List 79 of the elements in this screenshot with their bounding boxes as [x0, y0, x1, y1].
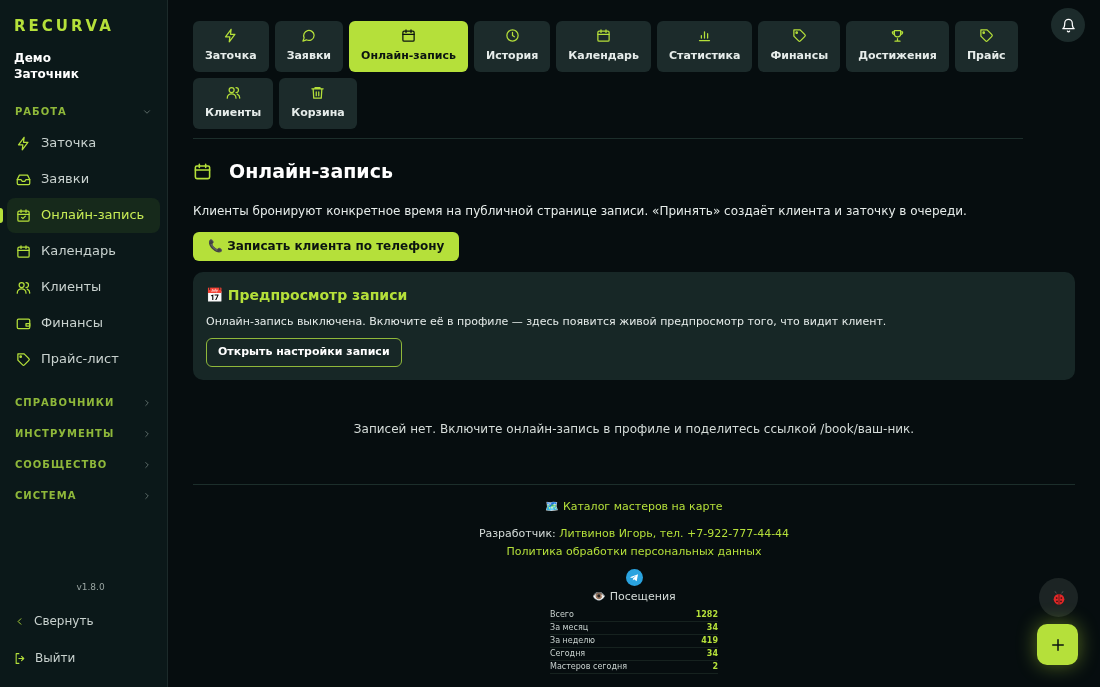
sidebar-item[interactable]: Заявки — [7, 161, 160, 197]
tab[interactable]: Заточка — [193, 21, 269, 72]
section-header[interactable]: СООБЩЕСТВО — [0, 449, 167, 480]
visits-title: 👁 Посещения — [592, 588, 676, 605]
stat-label: За месяц — [550, 622, 589, 634]
calendar-icon — [16, 243, 31, 259]
clock-icon — [504, 28, 520, 44]
chat-bubble-icon — [301, 28, 317, 44]
inbox-icon — [16, 171, 31, 187]
phone-booking-button[interactable]: 📞 Записать клиента по телефону — [193, 231, 460, 261]
calendar-check-icon — [16, 207, 31, 223]
collapse-button[interactable]: Свернуть — [14, 612, 153, 630]
preview-title: 📅 Предпросмотр записи — [206, 285, 409, 305]
version-label: v1.8.0 — [75, 580, 106, 594]
stat-value: 34 — [706, 648, 718, 660]
app-logo: RECURVA — [13, 16, 115, 37]
chevron-right-icon — [142, 459, 152, 470]
trophy-icon — [890, 28, 905, 44]
bell-icon — [1060, 17, 1076, 33]
settings-button[interactable]: Открыть настройки записи — [206, 338, 402, 367]
bug-report-button[interactable] — [1039, 578, 1078, 617]
sidebar-item[interactable]: Заточка — [7, 125, 160, 161]
stat-value: 2 — [712, 661, 718, 673]
sidebar-item[interactable]: Календарь — [7, 233, 160, 269]
privacy-policy-link[interactable]: Политика обработки персональных данных — [506, 544, 762, 561]
catalog-link[interactable]: 🗺 Каталог мастеров на карте — [545, 499, 723, 516]
calendar-icon — [401, 28, 416, 44]
section-header[interactable]: СПРАВОЧНИКИ — [0, 387, 167, 418]
stat-value: 34 — [706, 622, 718, 634]
calendar-icon — [193, 161, 212, 181]
tab[interactable]: Календарь — [556, 21, 651, 72]
tab[interactable]: История — [473, 21, 551, 72]
developer-link[interactable]: Литвинов Игорь, тел. +7-922-777-44-44 — [559, 526, 790, 540]
chevron-right-icon — [142, 397, 152, 408]
logout-button[interactable]: Выйти — [14, 649, 153, 667]
tag-icon — [978, 28, 994, 44]
tab[interactable]: Прайс — [954, 21, 1018, 72]
notifications-button[interactable] — [1051, 8, 1085, 42]
page-description: Клиенты бронируют конкретное время на публичной странице записи. «Принять» создаёт клиента и заточку в очереди. — [193, 202, 968, 220]
empty-state-text: Записей нет. Включите онлайн-запись в профиле и поделитесь ссылкой /book/ваш-ник. — [352, 421, 916, 438]
paper-plane-icon[interactable] — [625, 568, 643, 586]
logout-icon — [14, 651, 27, 665]
sidebar-item[interactable]: Онлайн-запись — [7, 197, 160, 233]
bar-chart-icon — [697, 28, 713, 44]
tag-icon — [16, 351, 31, 367]
stat-value: 1282 — [695, 609, 718, 621]
chevron-right-icon — [142, 490, 152, 501]
user-name: Демо Заточник — [13, 49, 80, 82]
sidebar-item[interactable]: Финансы — [7, 305, 160, 341]
lightning-icon — [16, 135, 31, 151]
tab[interactable]: Финансы — [758, 21, 841, 72]
tab[interactable]: Онлайн-запись — [349, 21, 468, 72]
stat-label: Сегодня — [550, 648, 586, 660]
stat-value: 419 — [701, 635, 718, 647]
tab[interactable]: Статистика — [656, 21, 753, 72]
developer-credit: Разработчик: Литвинов Игорь, тел. +7-922-777-44-44 — [478, 525, 790, 542]
trash-icon — [310, 85, 326, 101]
stat-label: Всего — [550, 609, 574, 621]
sidebar-item[interactable]: Клиенты — [7, 269, 160, 305]
page-title: Онлайн-запись — [229, 159, 393, 184]
users-icon — [16, 279, 31, 295]
section-header[interactable]: СИСТЕМА — [0, 480, 167, 511]
users-icon — [225, 85, 241, 101]
wallet-icon — [16, 315, 31, 331]
add-button[interactable] — [1037, 624, 1078, 665]
tab[interactable]: Достижения — [846, 21, 949, 72]
tag-icon — [791, 28, 807, 44]
chevron-right-icon — [142, 428, 152, 439]
section-header[interactable]: РАБОТА — [0, 101, 167, 122]
tab[interactable]: Заявки — [274, 21, 344, 72]
tab[interactable]: Клиенты — [193, 78, 274, 129]
active-indicator — [0, 207, 3, 223]
tab[interactable]: Корзина — [279, 78, 357, 129]
section-header[interactable]: ИНСТРУМЕНТЫ — [0, 418, 167, 449]
preview-text: Онлайн-запись выключена. Включите её в профиле — здесь появится живой предпросмотр того, что видит клиент. — [206, 313, 888, 330]
stat-label: Мастеров сегодня — [550, 661, 627, 673]
stat-label: За неделю — [550, 635, 596, 647]
sidebar-item[interactable]: Прайс-лист — [7, 341, 160, 377]
calendar-icon — [596, 28, 612, 44]
